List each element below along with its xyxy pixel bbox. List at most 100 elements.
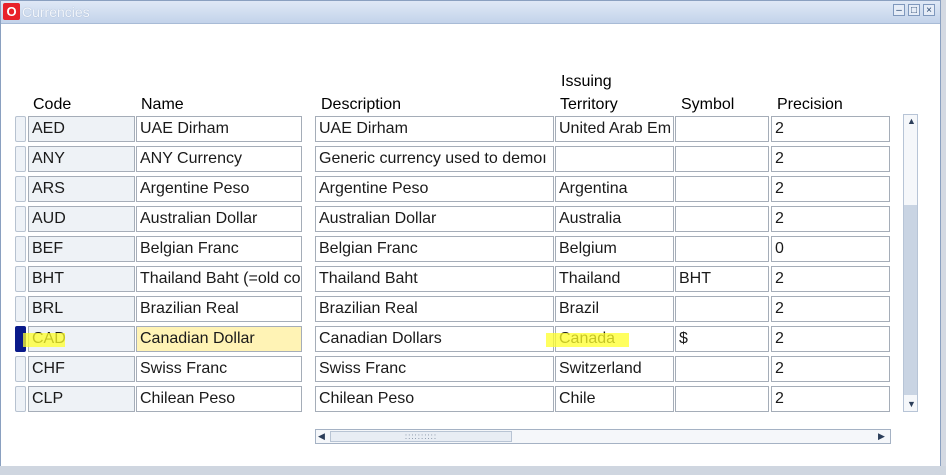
table-row[interactable]: CHF Swiss Franc Swiss Franc Switzerland 2: [1, 354, 901, 384]
vertical-scrollbar[interactable]: ▲ ▼: [903, 114, 918, 412]
row-selector[interactable]: [15, 116, 26, 142]
precision-field[interactable]: 2: [771, 206, 890, 232]
row-selector[interactable]: [15, 146, 26, 172]
symbol-field[interactable]: [675, 386, 769, 412]
territory-field[interactable]: Thailand: [555, 266, 674, 292]
name-field[interactable]: Belgian Franc: [136, 236, 302, 262]
table-row[interactable]: BEF Belgian Franc Belgian Franc Belgium 0: [1, 234, 901, 264]
description-field[interactable]: Generic currency used to demoı: [315, 146, 554, 172]
name-field[interactable]: Australian Dollar: [136, 206, 302, 232]
table-row[interactable]: CLP Chilean Peso Chilean Peso Chile 2: [1, 384, 901, 414]
window-title: Currencies: [22, 4, 90, 20]
row-selector[interactable]: [15, 176, 26, 202]
scroll-down-icon[interactable]: ▼: [907, 398, 916, 411]
code-field[interactable]: AED: [28, 116, 135, 142]
close-icon[interactable]: ×: [923, 4, 935, 16]
table-row[interactable]: ANY ANY Currency Generic currency used to …: [1, 144, 901, 174]
horizontal-scrollbar[interactable]: ◀ :::::::::: ▶: [315, 429, 891, 444]
name-field[interactable]: Swiss Franc: [136, 356, 302, 382]
name-field[interactable]: Chilean Peso: [136, 386, 302, 412]
precision-field[interactable]: 2: [771, 296, 890, 322]
precision-field[interactable]: 2: [771, 326, 890, 352]
title-bar[interactable]: O Currencies – □ ×: [1, 1, 940, 24]
row-selector[interactable]: [15, 386, 26, 412]
precision-field[interactable]: 2: [771, 266, 890, 292]
scroll-left-icon[interactable]: ◀: [318, 430, 325, 443]
precision-field[interactable]: 2: [771, 146, 890, 172]
description-field[interactable]: Belgian Franc: [315, 236, 554, 262]
code-field[interactable]: CHF: [28, 356, 135, 382]
symbol-field[interactable]: BHT: [675, 266, 769, 292]
territory-field[interactable]: [555, 146, 674, 172]
code-field[interactable]: ANY: [28, 146, 135, 172]
precision-field[interactable]: 2: [771, 116, 890, 142]
row-selector[interactable]: [15, 296, 26, 322]
precision-field[interactable]: 0: [771, 236, 890, 262]
name-field[interactable]: ANY Currency: [136, 146, 302, 172]
name-field[interactable]: Thailand Baht (=old co: [136, 266, 302, 292]
row-selector[interactable]: [15, 206, 26, 232]
scroll-right-icon[interactable]: ▶: [878, 430, 885, 443]
horizontal-scroll-thumb[interactable]: ::::::::::: [330, 431, 512, 442]
code-field[interactable]: BEF: [28, 236, 135, 262]
territory-field[interactable]: Brazil: [555, 296, 674, 322]
row-selector[interactable]: [15, 356, 26, 382]
description-field[interactable]: Thailand Baht: [315, 266, 554, 292]
column-header-symbol: Symbol: [681, 96, 735, 113]
symbol-field[interactable]: [675, 356, 769, 382]
symbol-field[interactable]: [675, 206, 769, 232]
territory-field[interactable]: Chile: [555, 386, 674, 412]
symbol-field[interactable]: [675, 176, 769, 202]
column-header-territory-line1: Issuing: [561, 73, 612, 90]
description-field[interactable]: Chilean Peso: [315, 386, 554, 412]
territory-field[interactable]: Belgium: [555, 236, 674, 262]
description-field[interactable]: Australian Dollar: [315, 206, 554, 232]
precision-field[interactable]: 2: [771, 176, 890, 202]
code-field[interactable]: AUD: [28, 206, 135, 232]
column-header-name: Name: [141, 96, 184, 113]
description-field[interactable]: Swiss Franc: [315, 356, 554, 382]
table-row[interactable]: BHT Thailand Baht (=old co Thailand Baht Th…: [1, 264, 901, 294]
scroll-up-icon[interactable]: ▲: [907, 115, 916, 128]
table-row[interactable]: ARS Argentine Peso Argentine Peso Argentina…: [1, 174, 901, 204]
symbol-field[interactable]: [675, 116, 769, 142]
column-header-code: Code: [33, 96, 72, 113]
description-field[interactable]: Brazilian Real: [315, 296, 554, 322]
description-field[interactable]: Canadian Dollars: [315, 326, 554, 352]
code-field[interactable]: CLP: [28, 386, 135, 412]
column-header-description: Description: [321, 96, 402, 113]
highlight-mark-territory: [546, 333, 629, 347]
row-selector[interactable]: [15, 266, 26, 292]
territory-field[interactable]: Argentina: [555, 176, 674, 202]
name-field[interactable]: Brazilian Real: [136, 296, 302, 322]
code-field[interactable]: ARS: [28, 176, 135, 202]
table-row[interactable]: AED UAE Dirham UAE Dirham United Arab Em 2: [1, 114, 901, 144]
symbol-field[interactable]: [675, 296, 769, 322]
precision-field[interactable]: 2: [771, 386, 890, 412]
row-selector[interactable]: [15, 236, 26, 262]
territory-field[interactable]: United Arab Em: [555, 116, 674, 142]
column-header-precision: Precision: [777, 96, 843, 113]
table-row[interactable]: CADCanadian DollarCanadian DollarsCanada…: [1, 324, 901, 354]
table-row[interactable]: BRL Brazilian Real Brazilian Real Brazil 2: [1, 294, 901, 324]
territory-field[interactable]: Australia: [555, 206, 674, 232]
code-field[interactable]: BHT: [28, 266, 135, 292]
symbol-field[interactable]: [675, 236, 769, 262]
minimize-icon[interactable]: –: [893, 4, 905, 16]
name-field[interactable]: UAE Dirham: [136, 116, 302, 142]
symbol-field[interactable]: [675, 146, 769, 172]
description-field[interactable]: Argentine Peso: [315, 176, 554, 202]
column-header-territory-line2: Territory: [560, 96, 618, 113]
description-field[interactable]: UAE Dirham: [315, 116, 554, 142]
vertical-scroll-thumb[interactable]: [904, 205, 917, 395]
territory-field[interactable]: Switzerland: [555, 356, 674, 382]
name-field[interactable]: Argentine Peso: [136, 176, 302, 202]
highlight-mark-code: [23, 333, 65, 347]
symbol-field[interactable]: $: [675, 326, 769, 352]
background-strip: [0, 466, 946, 475]
table-row[interactable]: AUD Australian Dollar Australian Dollar Aus…: [1, 204, 901, 234]
code-field[interactable]: BRL: [28, 296, 135, 322]
maximize-icon[interactable]: □: [908, 4, 920, 16]
name-field[interactable]: Canadian Dollar: [136, 326, 302, 352]
precision-field[interactable]: 2: [771, 356, 890, 382]
